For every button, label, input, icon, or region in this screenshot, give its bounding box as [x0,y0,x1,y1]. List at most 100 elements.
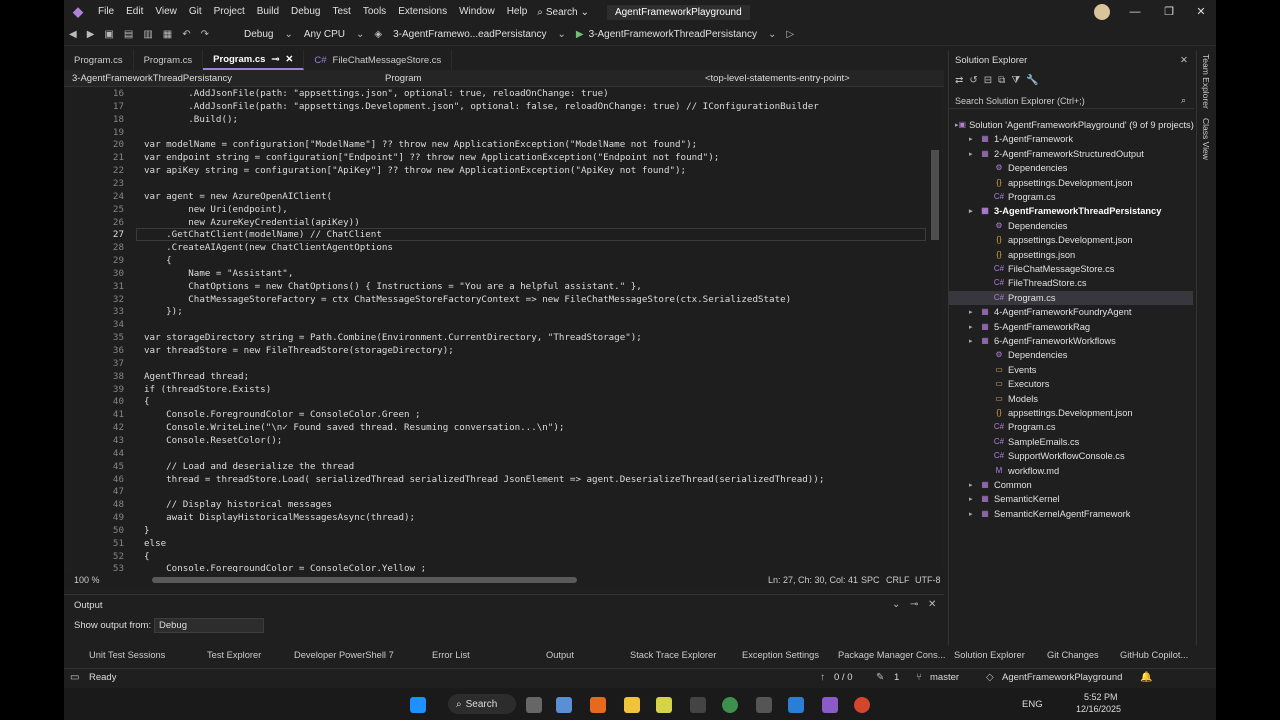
tree-node[interactable]: ⚙ Dependencies [949,348,1193,362]
start-without-debug-icon[interactable]: ▷ [786,29,794,40]
expand-chevron-icon[interactable]: ▸ [969,510,979,518]
search-app-icon[interactable] [590,697,606,713]
close-icon[interactable]: ✕ [285,54,293,65]
keyboard-language[interactable]: ENG [1022,699,1043,710]
tree-node[interactable]: ⚙ Dependencies [949,219,1193,233]
tab-error-list[interactable]: Error List [432,650,470,660]
project-scope-dropdown[interactable]: 3-AgentFrameworkThreadPersistancy [64,73,347,84]
tree-node[interactable]: C# Program.cs [949,420,1193,434]
menu-window[interactable]: Window [453,0,501,24]
tree-node[interactable]: ▸ ▦ 5-AgentFrameworkRag [949,320,1193,334]
status-warnings[interactable]: 1 [894,672,899,683]
expand-chevron-icon[interactable]: ▸ [969,207,979,215]
windows-start-icon[interactable] [410,697,426,713]
notifications-icon[interactable]: 🔔 [1140,672,1152,683]
tab-github-copilot[interactable]: GitHub Copilot... [1120,650,1188,660]
team-explorer-tab[interactable]: Team Explorer [1201,54,1211,109]
save-icon[interactable]: ▥ [143,29,152,40]
zoom-level[interactable]: 100 % [74,575,100,585]
properties-icon[interactable]: 🔧 [1026,75,1038,86]
tab-package-manager-console[interactable]: Package Manager Cons... [838,650,946,660]
tree-node[interactable]: {} appsettings.json [949,248,1193,262]
clock-date[interactable]: 12/16/2025 [1076,704,1121,714]
tab-exception-settings[interactable]: Exception Settings [742,650,819,660]
menu-help[interactable]: Help [501,0,534,24]
menu-tools[interactable]: Tools [357,0,392,24]
expand-chevron-icon[interactable]: ▸ [969,135,979,143]
history-icon[interactable]: ↺ [969,75,977,86]
tree-node[interactable]: ▸ ▣ Solution 'AgentFrameworkPlayground' (9… [949,118,1194,132]
clock-time[interactable]: 5:52 PM [1084,692,1118,702]
tree-node[interactable]: ▸ ▦ 2-AgentFrameworkStructuredOutput [949,147,1193,161]
tab-stack-trace-explorer[interactable]: Stack Trace Explorer [630,650,716,660]
startup-project-dropdown[interactable]: 3-AgentFramewo...eadPersistancy [393,29,546,40]
tree-node[interactable]: Mworkflow.md [949,464,1193,478]
tab-output[interactable]: Output [546,650,574,660]
tree-node[interactable]: C# SampleEmails.cs [949,435,1193,449]
collapse-icon[interactable]: ⊟ [984,75,992,86]
tree-node[interactable]: {} appsettings.Development.json [949,406,1193,420]
app-icon[interactable] [854,697,870,713]
tree-node[interactable]: ▸ ▦ 6-AgentFrameworkWorkflows [949,334,1193,348]
expand-chevron-icon[interactable]: ▸ [969,481,979,489]
terminal-icon[interactable] [690,697,706,713]
menu-file[interactable]: File [92,0,120,24]
tree-node[interactable]: C# SupportWorkflowConsole.cs [949,449,1193,463]
app-icon[interactable] [756,697,772,713]
vscode-icon[interactable] [788,697,804,713]
tree-node[interactable]: ▭ Events [949,363,1193,377]
avatar[interactable] [1094,4,1110,20]
tab-test-explorer[interactable]: Test Explorer [207,650,261,660]
tree-node[interactable]: ▸ ▦ 4-AgentFrameworkFoundryAgent [949,305,1193,319]
menu-git[interactable]: Git [183,0,208,24]
type-scope-dropdown[interactable]: Program [377,73,697,84]
expand-chevron-icon[interactable]: ▸ [969,308,979,316]
tree-node[interactable]: ▸ ▦ SemanticKernelAgentFramework [949,507,1193,521]
global-search[interactable]: ⌕ Search ⌄ [537,7,589,18]
encoding[interactable]: UTF-8 [915,575,941,585]
taskbar-search[interactable]: ⌕ Search [448,694,516,714]
line-endings[interactable]: CRLF [886,575,910,585]
close-icon[interactable]: ✕ [1180,55,1188,66]
chrome-icon[interactable] [722,697,738,713]
open-icon[interactable]: ▤ [124,29,133,40]
redo-icon[interactable]: ↷ [201,29,209,40]
menu-view[interactable]: View [149,0,183,24]
expand-chevron-icon[interactable]: ▸ [969,323,979,331]
output-source-dropdown[interactable]: Debug [154,618,264,633]
tree-node[interactable]: ⚙ Dependencies [949,161,1193,175]
class-view-tab[interactable]: Class View [1201,118,1211,160]
status-repo[interactable]: AgentFrameworkPlayground [1002,672,1122,683]
tree-node[interactable]: C# Program.cs [949,290,1193,305]
close-icon[interactable]: ✕ [928,599,936,610]
new-project-icon[interactable]: ▣ [104,29,113,40]
tab-developer-powershell[interactable]: Developer PowerShell 7 [294,650,394,660]
tree-node[interactable]: C# FileThreadStore.cs [949,276,1193,290]
maximize-button[interactable]: ❐ [1152,0,1186,24]
tab-program-active[interactable]: Program.cs ⊸ ✕ [203,50,305,70]
member-scope-dropdown[interactable]: <top-level-statements-entry-point> [697,73,850,84]
platform-dropdown[interactable]: Any CPU [304,29,345,40]
app-icon[interactable] [656,697,672,713]
task-view-icon[interactable] [526,697,542,713]
tree-node[interactable]: C# Program.cs [949,190,1193,204]
forward-icon[interactable]: ▶ [87,29,95,40]
chevron-down-icon[interactable]: ⌄ [892,599,900,610]
config-dropdown[interactable]: Debug [244,29,273,40]
expand-chevron-icon[interactable]: ▸ [969,495,979,503]
tab-file-chat-message-store[interactable]: C# FileChatMessageStore.cs [304,50,453,70]
close-window-button[interactable]: ✕ [1184,0,1216,24]
tree-node[interactable]: {} appsettings.Development.json [949,176,1193,190]
minimize-button[interactable]: — [1118,0,1152,24]
back-icon[interactable]: ◀ [69,29,77,40]
solution-explorer-search[interactable]: Search Solution Explorer (Ctrl+;) ⌕ [949,93,1194,109]
tab-program-1[interactable]: Program.cs [64,50,134,70]
run-target-button[interactable]: 3-AgentFrameworkThreadPersistancy [589,29,757,40]
tree-node[interactable]: ▸ ▦ 1-AgentFramework [949,132,1193,146]
app-icon[interactable] [556,697,572,713]
menu-debug[interactable]: Debug [285,0,326,24]
tab-git-changes[interactable]: Git Changes [1047,650,1099,660]
sync-icon[interactable]: ⇄ [955,75,963,86]
show-all-icon[interactable]: ⧉ [998,75,1005,86]
expand-chevron-icon[interactable]: ▸ [969,337,979,345]
